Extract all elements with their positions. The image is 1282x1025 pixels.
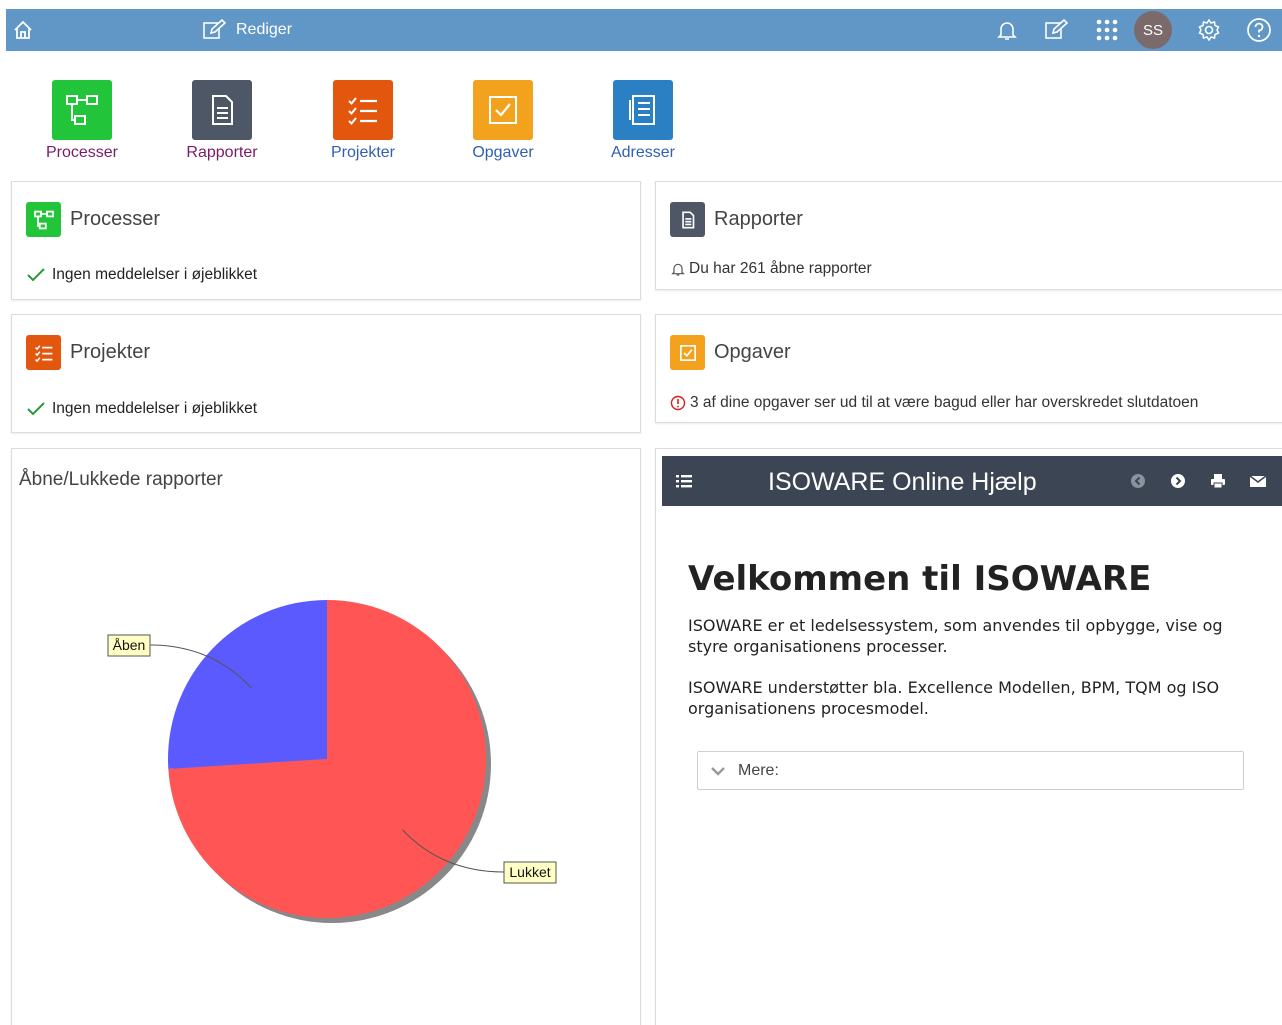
back-icon[interactable] (1128, 471, 1148, 496)
edit-icon[interactable] (1044, 17, 1070, 43)
message-text: Du har 261 åbne rapporter (689, 260, 872, 277)
app-label: Rapporter (186, 144, 258, 161)
app-adresser[interactable]: Adresser (589, 80, 697, 162)
card-message: Ingen meddelelser i øjeblikket (26, 266, 257, 284)
help-card: ISOWARE Online Hjælp Velkommen til ISOWA… (655, 448, 1282, 1025)
processer-card[interactable]: Processer Ingen meddelelser i øjeblikket (11, 181, 641, 300)
card-title: Processer (70, 208, 161, 230)
forward-icon[interactable] (1168, 471, 1188, 496)
card-message: Ingen meddelelser i øjeblikket (26, 400, 257, 418)
message-text: Ingen meddelelser i øjeblikket (52, 400, 258, 417)
chart-card: Åbne/Lukkede rapporter Åben Lukket (11, 448, 641, 1025)
pie-chart: Åben Lukket (107, 600, 557, 923)
help-title: ISOWARE Online Hjælp (768, 468, 1037, 496)
menu-icon[interactable] (674, 471, 694, 491)
checklist-icon (26, 335, 61, 370)
app-label: Projekter (330, 144, 396, 161)
app-label: Processer (45, 144, 119, 161)
pie-label-lukket: Lukket (503, 861, 557, 884)
app-processer[interactable]: Processer (28, 80, 136, 162)
rapporter-card[interactable]: Rapporter Du har 261 åbne rapporter (655, 181, 1282, 290)
process-icon (26, 202, 61, 237)
top-bar: Rediger SS (6, 9, 1282, 51)
address-book-icon (613, 80, 673, 140)
card-title: Opgaver (714, 341, 791, 363)
process-icon (52, 80, 112, 140)
help-content: Velkommen til ISOWARE ISOWARE er et lede… (688, 559, 1248, 739)
help-toolbar (1128, 471, 1268, 496)
app-label: Adresser (610, 144, 676, 161)
svg-text:Åben: Åben (113, 637, 146, 653)
card-header: Projekter (26, 335, 150, 370)
chevron-down-icon (711, 766, 725, 776)
card-header: Rapporter (670, 202, 803, 237)
app-rapporter[interactable]: Rapporter (168, 80, 276, 162)
app-opgaver[interactable]: Opgaver (449, 80, 557, 162)
settings-icon[interactable] (1196, 17, 1222, 43)
edit-button[interactable]: Rediger (202, 18, 292, 42)
card-header: Opgaver (670, 335, 791, 370)
print-icon[interactable] (1208, 471, 1228, 496)
warning-icon (670, 395, 686, 411)
bell-icon (671, 263, 685, 276)
card-title: Rapporter (714, 208, 803, 230)
apps-grid-icon[interactable] (1094, 17, 1120, 43)
report-icon (192, 80, 252, 140)
svg-text:Lukket: Lukket (509, 864, 550, 880)
checklist-icon (333, 80, 393, 140)
edit-label: Rediger (236, 21, 293, 38)
avatar[interactable]: SS (1134, 11, 1172, 49)
edit-icon (203, 19, 227, 39)
more-label: Mere: (738, 761, 779, 779)
message-text: Ingen meddelelser i øjeblikket (52, 266, 258, 283)
mail-icon[interactable] (1248, 471, 1268, 496)
more-expander[interactable]: Mere: (697, 751, 1244, 790)
bell-icon[interactable] (994, 17, 1020, 43)
pie-label-åben: Åben (107, 634, 151, 657)
help-heading: Velkommen til ISOWARE (688, 559, 1152, 599)
report-icon (670, 202, 705, 237)
card-message: Du har 261 åbne rapporter (670, 260, 872, 278)
help-paragraph: ISOWARE understøtter bla. Excellence Mod… (688, 678, 1220, 718)
app-projekter[interactable]: Projekter (309, 80, 417, 162)
app-label: Opgaver (472, 144, 534, 161)
opgaver-card[interactable]: Opgaver 3 af dine opgaver ser ud til at … (655, 314, 1282, 423)
task-icon (473, 80, 533, 140)
check-icon (27, 402, 45, 416)
home-icon[interactable] (12, 19, 34, 41)
projekter-card[interactable]: Projekter Ingen meddelelser i øjeblikket (11, 314, 641, 433)
help-paragraph: ISOWARE er et ledelsessystem, som anvend… (688, 616, 1223, 656)
help-header-bar: ISOWARE Online Hjælp (662, 456, 1282, 506)
help-icon[interactable] (1246, 17, 1272, 43)
message-text: 3 af dine opgaver ser ud til at være bag… (690, 394, 1199, 411)
task-icon (670, 335, 705, 370)
card-title: Projekter (70, 341, 151, 363)
card-header: Processer (26, 202, 160, 237)
check-icon (27, 268, 45, 282)
card-message: 3 af dine opgaver ser ud til at være bag… (670, 394, 1198, 412)
